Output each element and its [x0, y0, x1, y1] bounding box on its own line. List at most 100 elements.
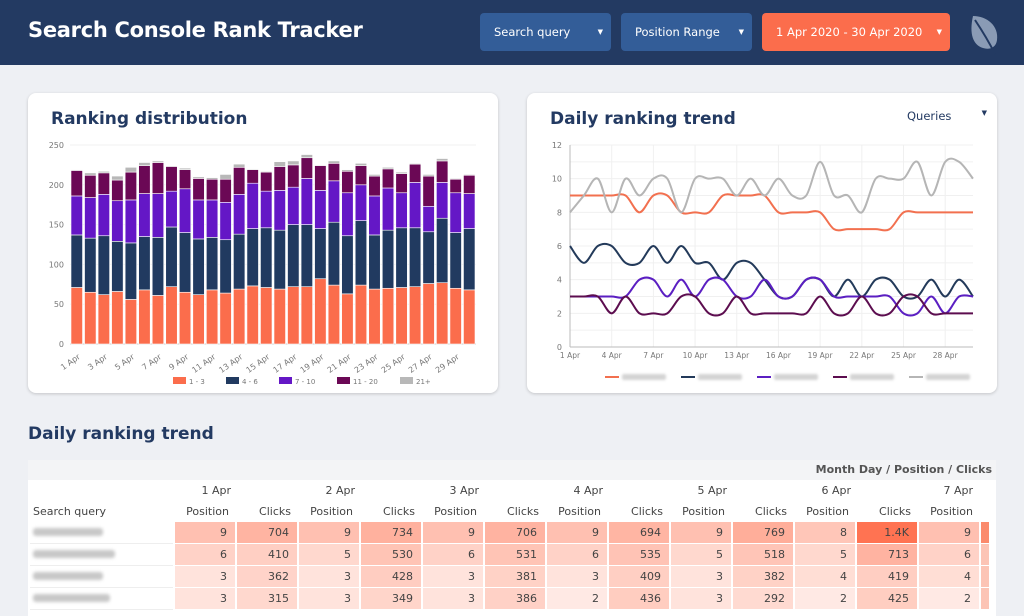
bar-segment	[97, 172, 110, 195]
position-header[interactable]: Position	[175, 501, 235, 522]
date-header: 2 Apr	[325, 484, 355, 497]
bar-segment	[165, 190, 178, 228]
clipped-cell	[981, 544, 989, 566]
y-tick-label: 10	[552, 175, 562, 184]
search-query-cell[interactable]	[30, 522, 173, 544]
bar-segment	[327, 284, 340, 345]
bar-segment	[246, 182, 259, 229]
bar-segment	[192, 199, 205, 240]
bar-segment	[314, 190, 327, 229]
position-header[interactable]: Position	[671, 501, 731, 522]
clicks-header[interactable]: Clicks	[361, 501, 421, 522]
caret-down-icon: ▼	[597, 28, 603, 36]
position-header[interactable]: Position	[299, 501, 359, 522]
clicks-header[interactable]: Clicks	[485, 501, 545, 522]
x-tick-label: 9 Apr	[167, 352, 190, 372]
bar-segment	[449, 178, 462, 194]
bar-segment	[327, 163, 340, 182]
position-cell: 3	[671, 588, 731, 610]
table-topbar: Month Day / Position / Clicks	[28, 460, 996, 480]
position-cell: 6	[175, 544, 235, 566]
header-spacer	[30, 480, 173, 501]
position-range-filter[interactable]: Position Range ▼	[621, 13, 752, 51]
bar-segment	[409, 182, 422, 229]
bar-segment	[314, 164, 327, 166]
legend-label: 7 - 10	[295, 378, 315, 386]
position-header[interactable]: Position	[547, 501, 607, 522]
x-tick-label: 11 Apr	[190, 352, 218, 375]
search-query-filter[interactable]: Search query ▼	[480, 13, 611, 51]
clicks-header[interactable]: Clicks	[733, 501, 793, 522]
bar-segment	[463, 289, 476, 345]
clicks-cell: 315	[237, 588, 297, 610]
x-tick-label: 25 Apr	[380, 352, 408, 375]
date-range-picker[interactable]: 1 Apr 2020 - 30 Apr 2020 ▼	[762, 13, 950, 51]
table-row[interactable]: 3 362 3 428 3 381 3 409 3 382 4 419 4	[30, 566, 989, 588]
table-row[interactable]: 3 315 3 349 3 386 2 436 3 292 2 425 2	[30, 588, 989, 610]
bar-segment	[84, 174, 97, 198]
bar-segment	[273, 190, 286, 231]
bar-segment	[111, 179, 124, 202]
legend-label-blurred	[926, 374, 970, 380]
bar-segment	[84, 291, 97, 345]
position-header[interactable]: Position	[795, 501, 855, 522]
x-tick-label: 13 Apr	[724, 351, 750, 360]
bar-segment	[341, 169, 354, 172]
bar-segment	[354, 163, 368, 166]
y-tick-label: 6	[557, 242, 562, 251]
clicks-header[interactable]: Clicks	[237, 501, 297, 522]
position-header[interactable]: Position	[919, 501, 979, 522]
x-tick-label: 16 Apr	[766, 351, 792, 360]
clicks-cell: 531	[485, 544, 545, 566]
clicks-cell: 425	[857, 588, 917, 610]
date-header: 5 Apr	[697, 484, 727, 497]
bar-segment	[273, 161, 286, 167]
x-tick-label: 22 Apr	[849, 351, 875, 360]
x-tick-label: 23 Apr	[353, 352, 381, 375]
search-query-cell[interactable]	[30, 566, 173, 588]
x-tick-label: 7 Apr	[140, 352, 163, 372]
x-tick-label: 17 Apr	[272, 352, 300, 375]
bar-segment	[287, 224, 300, 287]
bar-segment	[165, 226, 178, 287]
date-header: 7 Apr	[943, 484, 973, 497]
bar-segment	[124, 171, 137, 201]
y-tick-label: 8	[557, 208, 562, 217]
x-tick-label: 5 Apr	[113, 352, 136, 372]
clicks-cell: 409	[609, 566, 669, 588]
clicks-cell: 436	[609, 588, 669, 610]
legend-swatch	[226, 377, 239, 384]
search-query-cell[interactable]	[30, 588, 173, 610]
search-query-header[interactable]: Search query	[30, 501, 173, 522]
clicks-cell: 349	[361, 588, 421, 610]
bar-segment	[449, 232, 462, 289]
position-header[interactable]: Position	[423, 501, 483, 522]
table-row[interactable]: 9 704 9 734 9 706 9 694 9 769 8 1.4K 9	[30, 522, 989, 544]
bar-segment	[260, 227, 273, 288]
clicks-header[interactable]: Clicks	[857, 501, 917, 522]
leaf-icon	[971, 16, 998, 55]
bar-segment	[409, 286, 422, 345]
bar-segment	[422, 175, 435, 207]
bar-segment	[165, 166, 178, 192]
bar-segment	[314, 165, 327, 191]
y-tick-label: 0	[59, 340, 64, 349]
y-tick-label: 250	[49, 141, 64, 150]
date-header-row: 1 Apr 2 Apr 3 Apr 4 Apr 5 Apr 6 Apr 7 Apr	[30, 480, 989, 501]
position-cell: 3	[671, 566, 731, 588]
clicks-header[interactable]: Clicks	[609, 501, 669, 522]
bar-segment	[300, 224, 313, 287]
bar-segment	[124, 166, 137, 173]
clicks-cell: 382	[733, 566, 793, 588]
bar-segment	[381, 187, 395, 231]
bar-segment	[84, 197, 97, 239]
blurred-query-text	[33, 572, 103, 580]
search-query-cell[interactable]	[30, 544, 173, 566]
position-cell: 3	[423, 588, 483, 610]
bar-segment	[192, 294, 205, 345]
bar-segment	[422, 205, 435, 233]
x-tick-label: 13 Apr	[217, 352, 245, 375]
bar-segment	[206, 177, 219, 180]
bar-segment	[70, 195, 83, 236]
table-row[interactable]: 6 410 5 530 6 531 6 535 5 518 5 713 6	[30, 544, 989, 566]
